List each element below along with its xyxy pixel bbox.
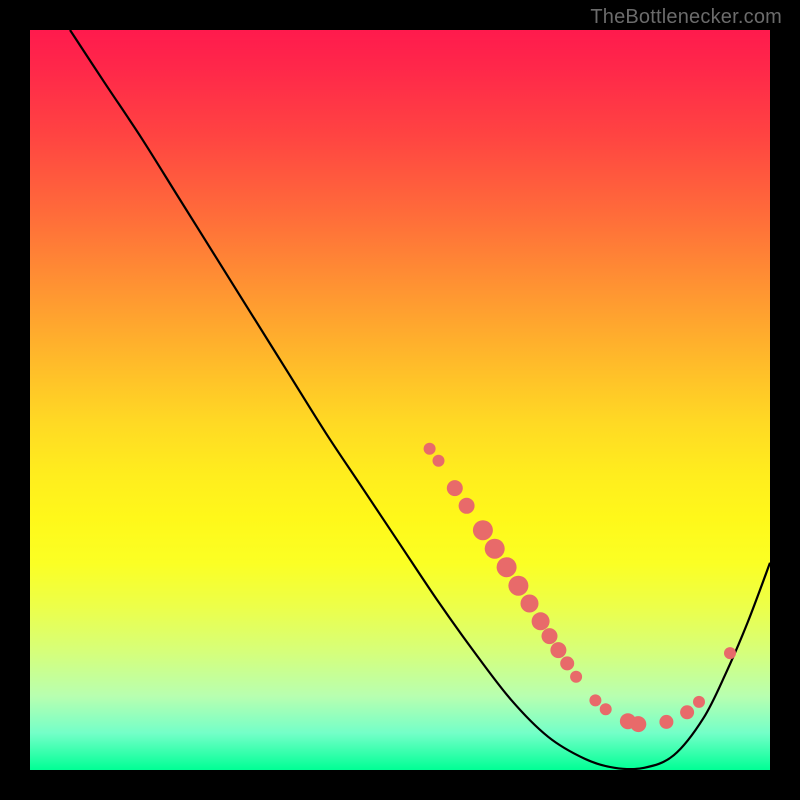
data-marker (630, 716, 646, 732)
data-marker (680, 705, 694, 719)
data-marker (497, 557, 517, 577)
chart-svg (30, 30, 770, 770)
data-markers (424, 443, 736, 732)
data-marker (532, 612, 550, 630)
chart-plot-area (30, 30, 770, 770)
data-marker (459, 498, 475, 514)
data-marker (485, 539, 505, 559)
data-marker (659, 715, 673, 729)
data-marker (570, 671, 582, 683)
data-marker (589, 694, 601, 706)
data-marker (473, 520, 493, 540)
data-marker (521, 595, 539, 613)
data-marker (433, 455, 445, 467)
bottleneck-curve (70, 30, 770, 769)
data-marker (424, 443, 436, 455)
data-marker (560, 656, 574, 670)
attribution-text: TheBottlenecker.com (590, 6, 782, 29)
data-marker (542, 628, 558, 644)
data-marker (508, 576, 528, 596)
data-marker (447, 480, 463, 496)
data-marker (693, 696, 705, 708)
data-marker (550, 642, 566, 658)
data-marker (724, 647, 736, 659)
data-marker (600, 703, 612, 715)
